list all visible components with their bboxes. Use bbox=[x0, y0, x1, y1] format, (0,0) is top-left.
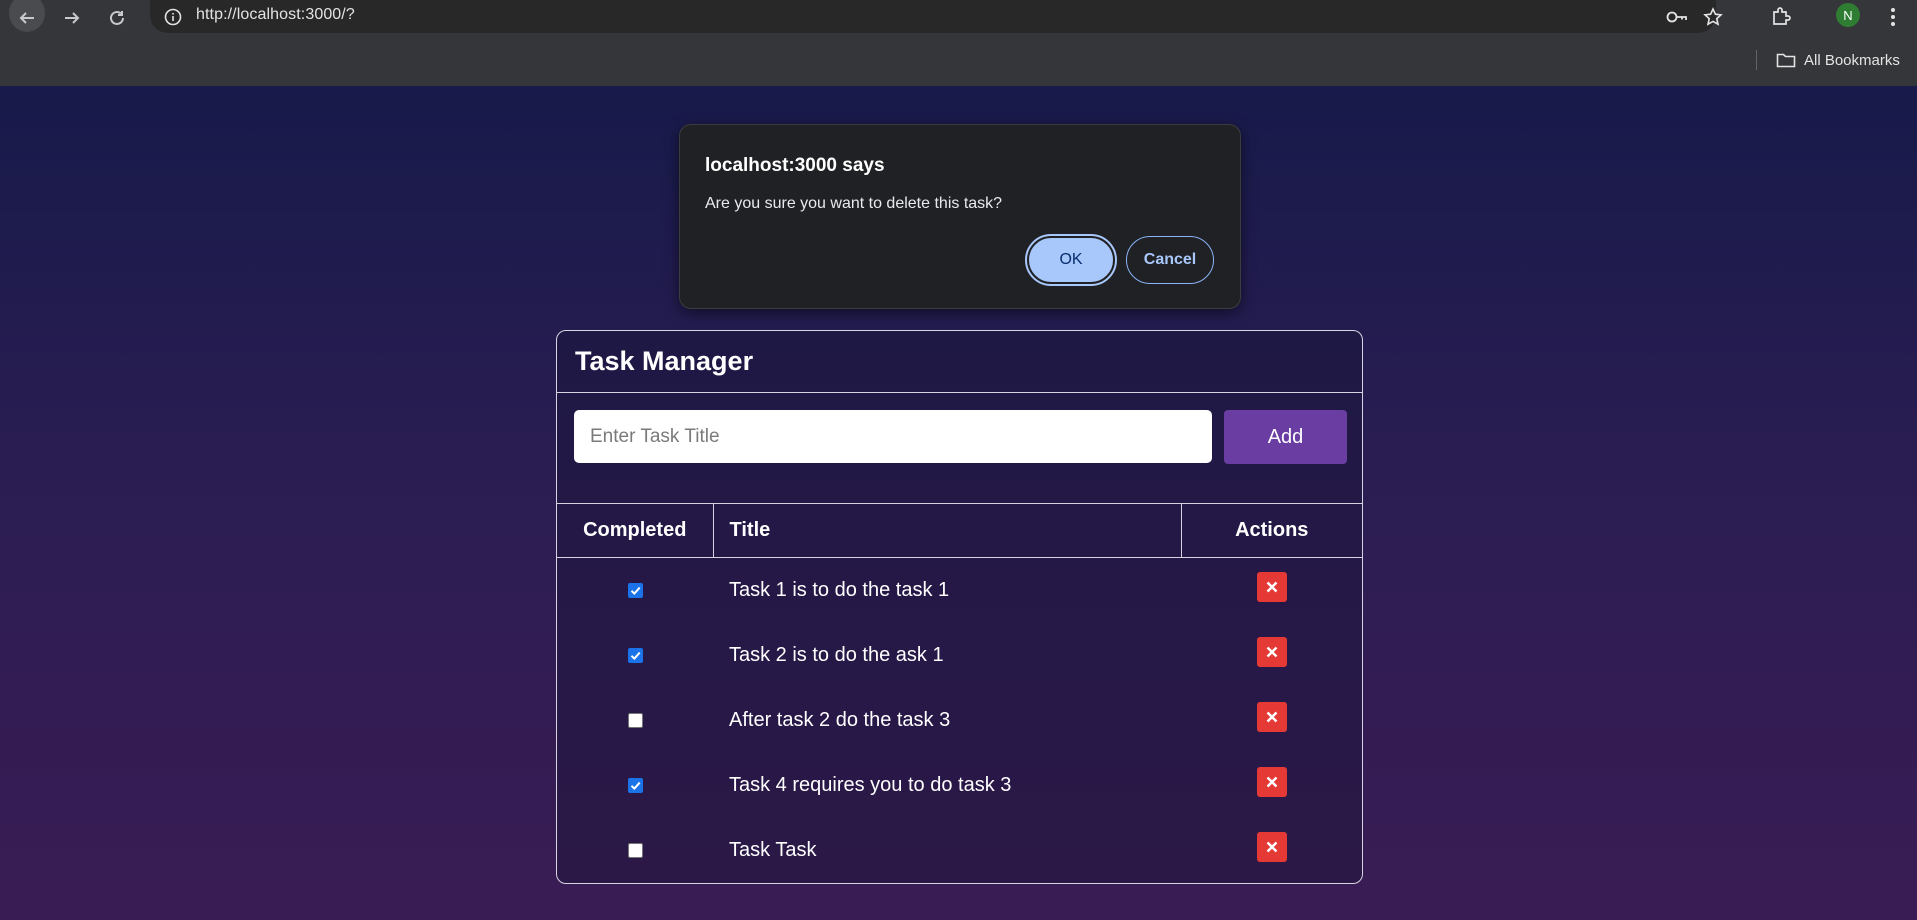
reload-icon bbox=[110, 10, 124, 25]
dialog-title: localhost:3000 says bbox=[705, 155, 885, 176]
arrow-left-icon bbox=[19, 11, 34, 24]
task-row: After task 2 do the task 3 bbox=[557, 688, 1362, 753]
task-title: Task Task bbox=[729, 838, 817, 861]
column-header-completed: Completed bbox=[557, 503, 714, 558]
task-title: Task 1 is to do the task 1 bbox=[729, 578, 950, 601]
column-header-title: Title bbox=[713, 503, 1182, 558]
task-rows: Task 1 is to do the task 1 Task 2 is to d… bbox=[557, 558, 1362, 883]
task-table: Completed Title Actions Task 1 is to do … bbox=[557, 503, 1362, 883]
cancel-button[interactable]: Cancel bbox=[1126, 236, 1214, 284]
task-completed-cell bbox=[557, 688, 713, 753]
task-title-input[interactable] bbox=[574, 410, 1212, 463]
task-title: Task 2 is to do the ask 1 bbox=[729, 643, 944, 666]
title-divider bbox=[557, 392, 1362, 393]
task-completed-checkbox[interactable] bbox=[627, 582, 643, 598]
task-actions-cell bbox=[1181, 623, 1362, 688]
task-completed-cell bbox=[557, 818, 713, 883]
task-actions-cell bbox=[1181, 688, 1362, 753]
back-button[interactable] bbox=[7, 0, 47, 35]
site-info-icon[interactable] bbox=[161, 5, 185, 29]
table-header-row: Completed Title Actions bbox=[557, 503, 1362, 558]
password-key-icon[interactable] bbox=[1664, 4, 1690, 30]
task-row: Task 2 is to do the ask 1 bbox=[557, 623, 1362, 688]
confirm-dialog: localhost:3000 says Are you sure you wan… bbox=[679, 124, 1241, 309]
task-title: After task 2 do the task 3 bbox=[729, 708, 951, 731]
task-completed-checkbox[interactable] bbox=[627, 647, 643, 663]
ok-button[interactable]: OK bbox=[1025, 234, 1117, 286]
app-title: Task Manager bbox=[575, 346, 754, 376]
task-completed-cell bbox=[557, 558, 713, 623]
url-text[interactable]: http://localhost:3000/? bbox=[196, 6, 355, 24]
all-bookmarks-button[interactable]: All Bookmarks bbox=[1776, 49, 1900, 71]
bookmarks-divider bbox=[1756, 50, 1757, 70]
task-completed-checkbox[interactable] bbox=[627, 842, 643, 858]
task-manager-card: Task Manager Add Completed Title Actions… bbox=[556, 330, 1363, 884]
checkmark-icon bbox=[630, 651, 640, 660]
task-row: Task 1 is to do the task 1 bbox=[557, 558, 1362, 623]
task-title: Task 4 requires you to do task 3 bbox=[729, 773, 1012, 796]
delete-task-button[interactable] bbox=[1256, 767, 1287, 797]
delete-task-button[interactable] bbox=[1256, 572, 1287, 603]
add-task-button[interactable]: Add bbox=[1224, 410, 1347, 464]
arrow-right-icon bbox=[65, 11, 80, 24]
close-icon bbox=[1266, 711, 1277, 723]
task-actions-cell bbox=[1181, 558, 1362, 623]
task-completed-checkbox[interactable] bbox=[627, 777, 643, 793]
close-icon bbox=[1266, 841, 1277, 853]
delete-task-button[interactable] bbox=[1256, 702, 1287, 732]
task-completed-checkbox[interactable] bbox=[627, 712, 643, 728]
address-bar[interactable]: http://localhost:3000/? bbox=[150, 0, 1723, 33]
column-header-actions: Actions bbox=[1181, 503, 1362, 558]
more-menu-icon[interactable] bbox=[1879, 3, 1907, 31]
extensions-puzzle-icon[interactable] bbox=[1767, 3, 1795, 31]
task-row: Task Task bbox=[557, 818, 1362, 883]
task-row: Task 4 requires you to do task 3 bbox=[557, 753, 1362, 818]
dialog-message: Are you sure you want to delete this tas… bbox=[705, 195, 1003, 212]
page-background: Task Manager Add Completed Title Actions… bbox=[0, 86, 1917, 920]
close-icon bbox=[1266, 776, 1277, 788]
checkmark-icon bbox=[630, 586, 640, 596]
close-icon bbox=[1266, 646, 1277, 658]
task-completed-cell bbox=[557, 753, 713, 818]
all-bookmarks-label: All Bookmarks bbox=[1804, 51, 1900, 69]
browser-toolbar: http://localhost:3000/? N bbox=[0, 0, 1917, 35]
delete-task-button[interactable] bbox=[1256, 637, 1287, 667]
task-completed-cell bbox=[557, 623, 713, 688]
bookmarks-bar bbox=[0, 35, 1917, 86]
profile-avatar[interactable]: N bbox=[1836, 3, 1860, 27]
delete-task-button[interactable] bbox=[1256, 832, 1287, 862]
task-actions-cell bbox=[1181, 818, 1362, 883]
forward-button[interactable] bbox=[52, 0, 92, 35]
checkmark-icon bbox=[630, 781, 640, 790]
task-actions-cell bbox=[1181, 753, 1362, 818]
bookmark-star-icon[interactable] bbox=[1700, 4, 1726, 30]
reload-button[interactable] bbox=[97, 0, 137, 35]
folder-icon bbox=[1776, 53, 1796, 68]
close-icon bbox=[1266, 581, 1277, 593]
